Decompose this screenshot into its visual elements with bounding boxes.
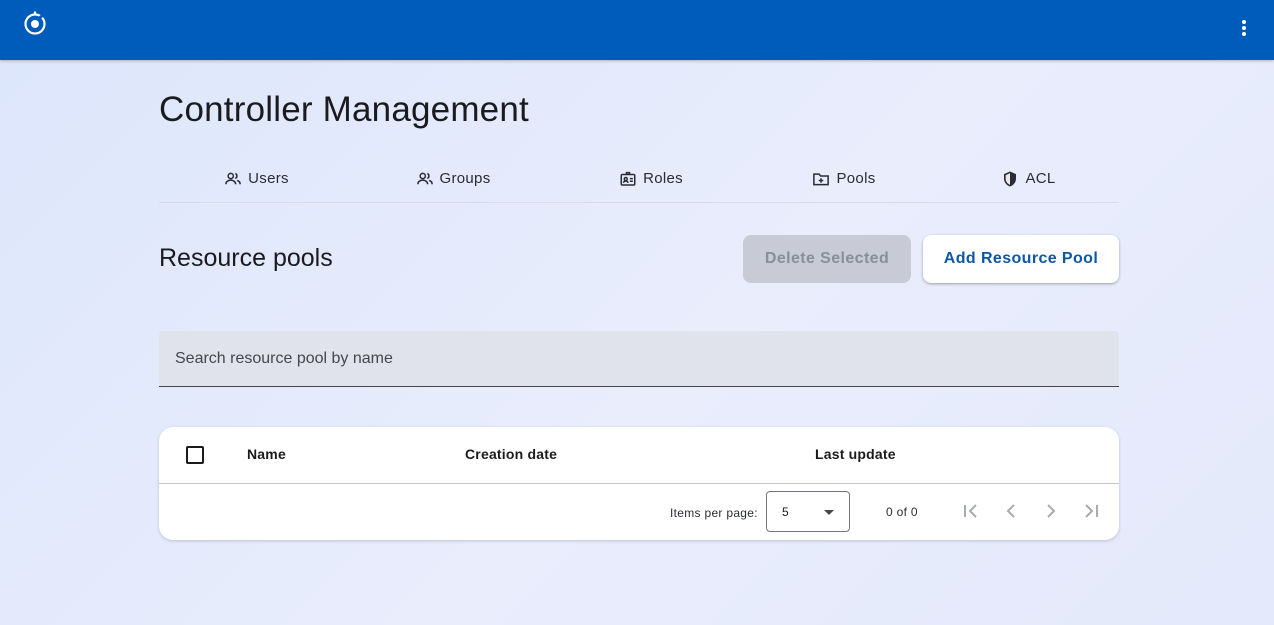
tab-users[interactable]: Users: [159, 155, 354, 202]
table-header: Name Creation date Last update: [159, 427, 1119, 484]
items-per-page-label: Items per page:: [670, 506, 758, 520]
tab-roles[interactable]: Roles: [552, 155, 750, 202]
tab-groups-label: Groups: [439, 170, 491, 187]
first-page-button[interactable]: [959, 499, 983, 523]
app-logo-icon[interactable]: [23, 11, 47, 35]
last-page-button[interactable]: [1079, 499, 1103, 523]
range-label: 0 of 0: [886, 505, 918, 519]
search-input[interactable]: [159, 331, 1119, 386]
delete-selected-button[interactable]: Delete Selected: [743, 235, 911, 283]
tab-acl-label: ACL: [1025, 170, 1056, 187]
top-app-bar: [0, 0, 1274, 60]
items-per-page-value: 5: [782, 505, 789, 519]
tab-acl[interactable]: ACL: [938, 155, 1119, 202]
tab-groups[interactable]: Groups: [354, 155, 552, 202]
add-resource-pool-button[interactable]: Add Resource Pool: [923, 235, 1119, 283]
items-per-page-select[interactable]: 5: [766, 491, 850, 532]
more-vert-icon: [1242, 20, 1246, 36]
shield-icon: [1004, 171, 1017, 186]
users-icon: [225, 172, 242, 184]
management-tabs: Users Groups Roles Pools ACL: [159, 155, 1119, 203]
roles-icon: [620, 171, 636, 186]
next-page-button[interactable]: [1039, 499, 1063, 523]
column-header-name[interactable]: Name: [247, 446, 286, 462]
search-field: [159, 331, 1119, 387]
chevron-left-icon: [1006, 504, 1015, 518]
column-header-creation-date[interactable]: Creation date: [465, 446, 557, 462]
paginator: Items per page: 5 0 of 0: [159, 484, 1119, 540]
tab-roles-label: Roles: [643, 170, 683, 187]
resource-pools-table: Name Creation date Last update Items per…: [159, 427, 1119, 540]
chevron-right-icon: [1047, 504, 1056, 518]
dropdown-arrow-icon: [824, 510, 834, 515]
page-title: Controller Management: [159, 90, 529, 129]
tab-pools-label: Pools: [836, 170, 876, 187]
tab-pools[interactable]: Pools: [750, 155, 938, 202]
column-header-last-update[interactable]: Last update: [815, 446, 896, 462]
select-all-checkbox[interactable]: [186, 446, 204, 464]
section-title: Resource pools: [159, 244, 333, 272]
pools-icon: [813, 172, 830, 185]
tab-users-label: Users: [248, 170, 289, 187]
first-page-icon: [964, 504, 977, 518]
more-options-button[interactable]: [1230, 10, 1258, 46]
groups-icon: [416, 172, 433, 184]
previous-page-button[interactable]: [999, 499, 1023, 523]
last-page-icon: [1085, 504, 1098, 518]
